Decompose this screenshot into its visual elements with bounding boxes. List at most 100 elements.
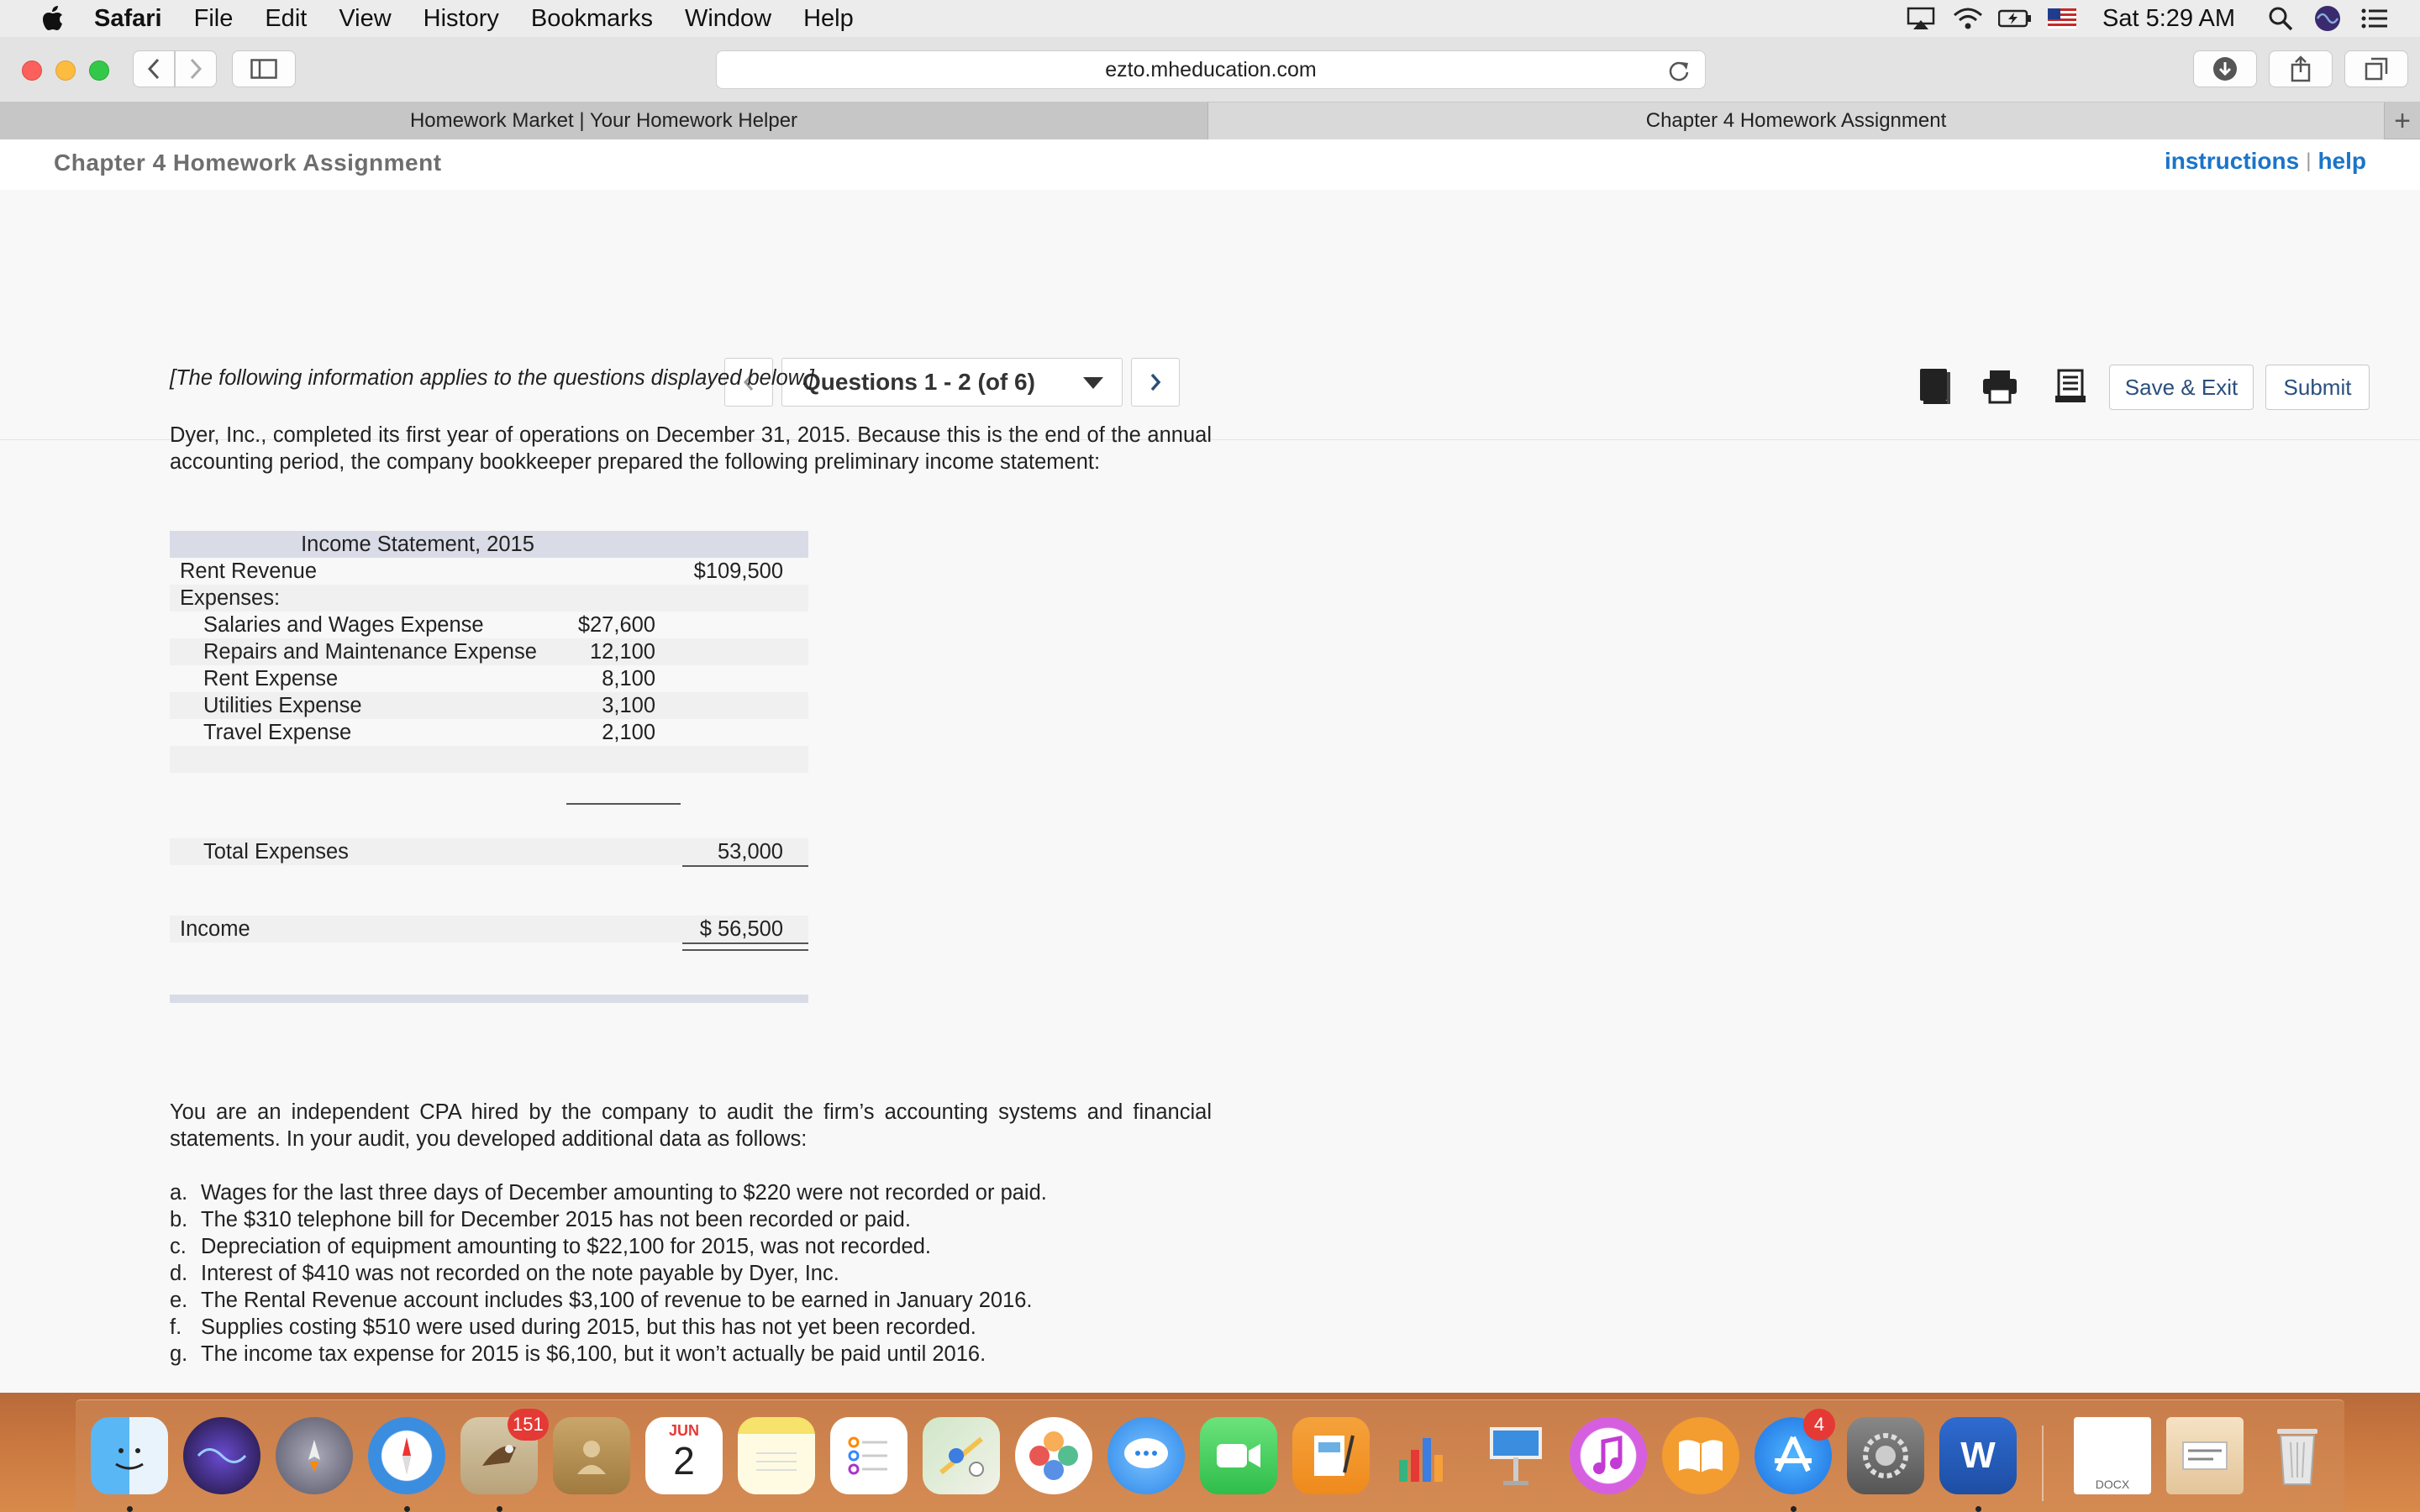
notes-icon[interactable]: [738, 1417, 815, 1494]
table-row: [170, 773, 808, 810]
url-text: ezto.mheducation.com: [1105, 57, 1317, 81]
expense-value: 8,100: [602, 666, 655, 690]
rent-revenue-label: Rent Revenue: [180, 559, 318, 583]
list-item: g. The income tax expense for 2015 is $6,…: [170, 1341, 1212, 1368]
list-item: e. The Rental Revenue account includes $3…: [170, 1287, 1212, 1314]
tab-homework-market[interactable]: Homework Market | Your Homework Helper: [0, 102, 1208, 139]
zoom-window-button[interactable]: [89, 60, 109, 81]
messages-icon[interactable]: [1107, 1417, 1185, 1494]
ebook-icon[interactable]: [1914, 366, 1954, 407]
running-indicator: [1791, 1506, 1797, 1512]
reminders-icon[interactable]: [830, 1417, 908, 1494]
chevron-right-icon: [190, 58, 203, 80]
item-letter: a.: [170, 1181, 188, 1205]
pages-icon[interactable]: [1292, 1417, 1370, 1494]
item-text: Supplies costing $510 were used during 2…: [201, 1315, 976, 1339]
address-bar[interactable]: ezto.mheducation.com: [716, 50, 1706, 89]
calendar-icon[interactable]: JUN 2: [645, 1417, 723, 1494]
item-text: Depreciation of equipment amounting to $…: [201, 1235, 931, 1258]
help-links: instructions | help: [2165, 148, 2366, 175]
apple-menu-icon[interactable]: [34, 0, 72, 37]
new-tab-button[interactable]: +: [2385, 102, 2420, 139]
mail-badge: 151: [508, 1409, 549, 1441]
income-statement-heading: Income Statement, 2015: [170, 531, 808, 558]
menu-window[interactable]: Window: [669, 0, 787, 37]
expense-label: Utilities Expense: [203, 693, 362, 717]
itunes-icon[interactable]: [1570, 1417, 1647, 1494]
intro-note: [The following information applies to th…: [170, 366, 814, 390]
finder-icon[interactable]: [91, 1417, 168, 1494]
expense-label: Travel Expense: [203, 720, 352, 744]
forward-button[interactable]: [175, 50, 217, 87]
table-footer-bar: [170, 995, 808, 1003]
contacts-icon[interactable]: [553, 1417, 630, 1494]
expense-label: Rent Expense: [203, 666, 339, 690]
submit-button[interactable]: Submit: [2265, 365, 2370, 410]
menu-help[interactable]: Help: [787, 0, 870, 37]
save-exit-button[interactable]: Save & Exit: [2109, 365, 2254, 410]
wifi-icon[interactable]: [1948, 0, 1988, 37]
item-letter: e.: [170, 1289, 188, 1312]
system-preferences-icon[interactable]: [1847, 1417, 1924, 1494]
numbers-icon[interactable]: [1385, 1417, 1462, 1494]
reload-icon[interactable]: [1666, 58, 1691, 83]
airplay-icon[interactable]: [1901, 0, 1941, 37]
share-button[interactable]: [2269, 50, 2333, 87]
menu-view[interactable]: View: [323, 0, 407, 37]
table-row: [170, 746, 808, 773]
menu-app-name[interactable]: Safari: [72, 0, 178, 37]
instructions-link[interactable]: instructions: [2165, 148, 2299, 175]
menu-edit[interactable]: Edit: [249, 0, 323, 37]
battery-icon[interactable]: [1995, 0, 2035, 37]
keynote-icon[interactable]: [1477, 1417, 1555, 1494]
photos-icon[interactable]: [1015, 1417, 1092, 1494]
chevron-left-icon: [147, 58, 160, 80]
docx-label: DOCX: [2095, 1478, 2130, 1491]
sidebar-toggle-button[interactable]: [232, 50, 296, 87]
item-text: The Rental Revenue account includes $3,1…: [201, 1289, 1033, 1312]
browser-toolbar: ezto.mheducation.com: [0, 37, 2420, 102]
sidebar-icon: [250, 59, 277, 79]
rent-revenue-value: $109,500: [693, 559, 783, 583]
print-icon[interactable]: [1980, 366, 2020, 407]
menu-history[interactable]: History: [408, 0, 515, 37]
tab-overview-button[interactable]: [2344, 50, 2408, 87]
references-icon[interactable]: [2050, 366, 2091, 407]
tab-chapter-4-homework[interactable]: Chapter 4 Homework Assignment: [1208, 102, 2385, 139]
question-selector[interactable]: Questions 1 - 2 (of 6): [781, 358, 1123, 407]
question-selector-label: Questions 1 - 2 (of 6): [802, 369, 1035, 395]
launchpad-icon[interactable]: [276, 1417, 353, 1494]
maps-icon[interactable]: [923, 1417, 1000, 1494]
notification-center-icon[interactable]: [2354, 0, 2395, 37]
us-flag-icon[interactable]: [2042, 0, 2082, 37]
downloads-button[interactable]: [2193, 50, 2257, 87]
menu-file[interactable]: File: [178, 0, 250, 37]
spotlight-search-icon[interactable]: [2260, 0, 2301, 37]
ibooks-icon[interactable]: [1662, 1417, 1739, 1494]
back-button[interactable]: [133, 50, 175, 87]
docx-document-icon[interactable]: DOCX: [2074, 1417, 2151, 1494]
close-window-button[interactable]: [22, 60, 42, 81]
minimize-window-button[interactable]: [55, 60, 76, 81]
menu-bookmarks[interactable]: Bookmarks: [515, 0, 669, 37]
table-row: Total Expenses 53,000: [170, 838, 808, 867]
word-letter: W: [1960, 1435, 1996, 1476]
microsoft-word-icon[interactable]: W: [1939, 1417, 2017, 1494]
menu-clock[interactable]: Sat 5:29 AM: [2086, 5, 2257, 33]
link-separator: |: [2306, 150, 2312, 172]
assignment-header: Chapter 4 Homework Assignment instructio…: [0, 139, 2420, 190]
intro-paragraph: Dyer, Inc., completed its first year of …: [170, 423, 1212, 474]
list-item: c. Depreciation of equipment amounting to…: [170, 1233, 1212, 1260]
next-question-button[interactable]: [1131, 358, 1180, 407]
safari-dock-icon[interactable]: [368, 1417, 445, 1494]
calendar-day: 2: [673, 1439, 695, 1483]
downloads-stack-icon[interactable]: [2166, 1417, 2244, 1494]
facetime-icon[interactable]: [1200, 1417, 1277, 1494]
siri-icon[interactable]: [2307, 0, 2348, 37]
item-letter: d.: [170, 1262, 188, 1285]
trash-icon[interactable]: [2259, 1417, 2336, 1494]
item-text: Wages for the last three days of Decembe…: [201, 1181, 1047, 1205]
siri-dock-icon[interactable]: [183, 1417, 260, 1494]
income-label: Income: [180, 916, 250, 941]
help-link[interactable]: help: [2317, 148, 2366, 175]
